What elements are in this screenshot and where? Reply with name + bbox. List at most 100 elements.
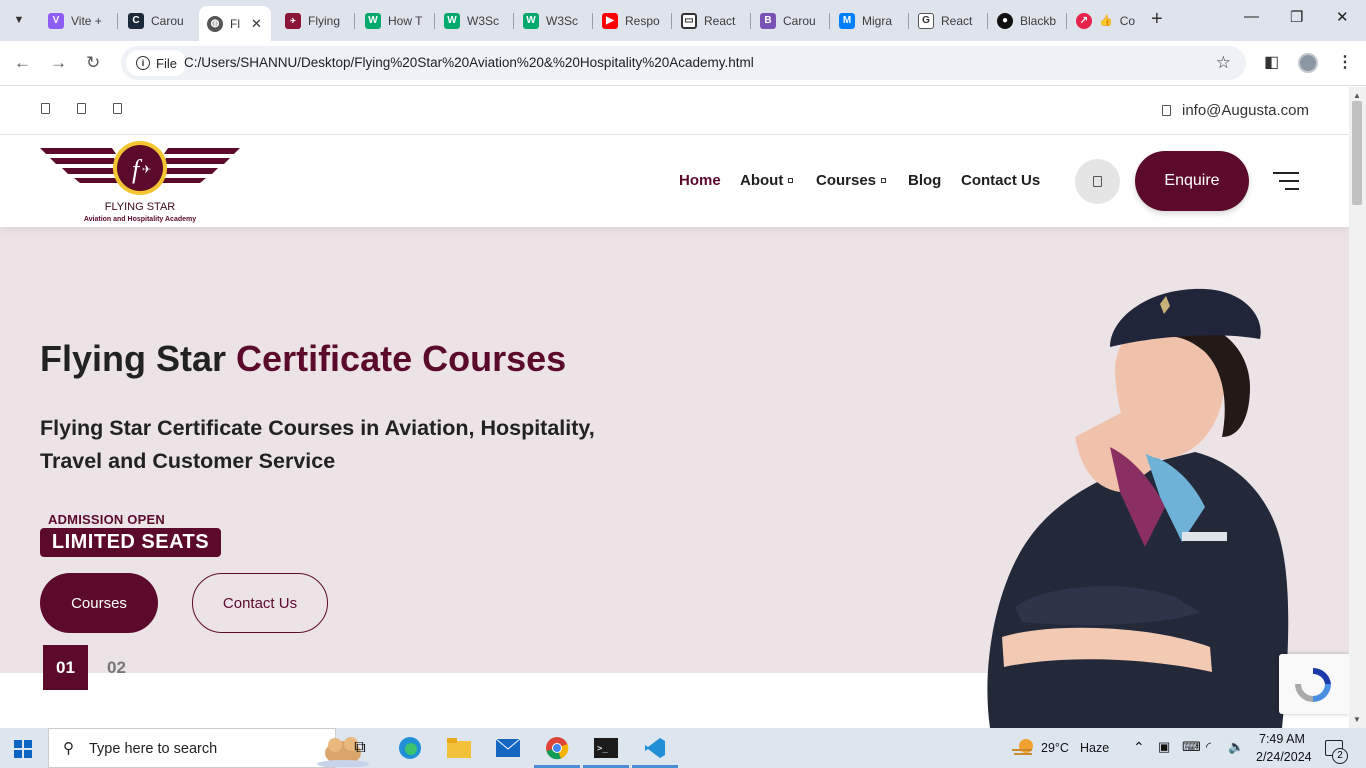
hamburger-menu-icon[interactable] (1273, 172, 1299, 190)
browser-tab[interactable]: G React (910, 6, 988, 35)
nav-home[interactable]: Home (679, 172, 721, 189)
nav-contact[interactable]: Contact Us (961, 172, 1040, 189)
address-bar: ← → ↻ i File C:/Users/SHANNU/Desktop/Fly… (0, 41, 1366, 86)
slide-indicator-1[interactable]: 01 (43, 645, 88, 690)
volume-icon[interactable]: 🔈 (1228, 739, 1244, 755)
tab-search-chevron-icon[interactable]: ▼ (6, 7, 32, 33)
code-icon: G (918, 12, 934, 29)
close-tab-icon[interactable]: ✕ (251, 16, 262, 32)
browser-tab[interactable]: ▶ Respo (594, 6, 672, 35)
windows-start-icon[interactable] (14, 740, 32, 758)
restore-icon[interactable]: ❐ (1290, 8, 1303, 26)
terminal-icon[interactable]: >_ (592, 734, 620, 762)
envelope-icon (1162, 105, 1171, 116)
tab-title: Blackb (1020, 13, 1057, 28)
scroll-up-icon[interactable]: ▲ (1353, 91, 1361, 100)
scroll-thumb[interactable] (1352, 101, 1362, 205)
site-info-chip[interactable]: i File (126, 50, 187, 76)
side-panel-icon[interactable]: ◧ (1264, 52, 1279, 72)
tab-title: Carou (783, 13, 816, 28)
search-icon (1093, 176, 1102, 187)
language-icon[interactable]: ⌨ (1182, 739, 1201, 755)
scroll-down-icon[interactable]: ▼ (1353, 715, 1361, 724)
chrome-icon[interactable] (543, 734, 571, 762)
weather-description[interactable]: Haze (1080, 741, 1109, 755)
enquire-button[interactable]: Enquire (1135, 151, 1249, 211)
browser-tab[interactable]: ✈ Flying (277, 6, 355, 35)
task-view-icon[interactable]: ⧉ (346, 734, 374, 762)
clock-time[interactable]: 7:49 AM (1259, 732, 1305, 746)
edge-icon[interactable] (396, 734, 424, 762)
svg-text:>_: >_ (597, 744, 608, 754)
taskbar-search[interactable]: ⚲ Type here to search (48, 728, 369, 768)
w3schools-icon: W (444, 12, 460, 29)
reload-icon[interactable]: ↻ (86, 53, 100, 73)
admission-badge: ADMISSION OPEN LIMITED SEATS (40, 512, 222, 557)
file-explorer-icon[interactable] (445, 734, 473, 762)
vscode-icon[interactable] (641, 734, 669, 762)
browser-tab[interactable]: C Carou (120, 6, 198, 35)
tab-title: Co (1119, 13, 1136, 28)
courses-button[interactable]: Courses (40, 573, 158, 633)
slide-indicator-2[interactable]: 02 (94, 645, 139, 690)
recaptcha-icon (1295, 667, 1331, 702)
flying-star-logo[interactable]: f ✈ FLYING STAR Aviation and Hospitality… (40, 140, 240, 224)
minimize-icon[interactable]: — (1244, 8, 1259, 25)
badge-top-text: ADMISSION OPEN (48, 512, 165, 527)
hero-title-plain: Flying Star (40, 338, 227, 379)
flying-star-icon: ✈ (285, 12, 301, 29)
browser-tab-active[interactable]: ◍ Fl ✕ (199, 6, 271, 41)
info-icon: i (136, 56, 150, 70)
meet-now-icon[interactable]: ▣ (1158, 739, 1170, 755)
react-tab-icon: ▭ (681, 12, 697, 29)
browser-tab[interactable]: ● Blackb (989, 6, 1067, 35)
browser-tab[interactable]: ↗ 👍 Co (1068, 6, 1140, 35)
badge-main-text: LIMITED SEATS (40, 528, 221, 557)
new-tab-icon[interactable]: + (1151, 8, 1163, 31)
bookmark-star-icon[interactable]: ☆ (1216, 53, 1231, 73)
url-text[interactable]: C:/Users/SHANNU/Desktop/Flying%20Star%20… (184, 55, 754, 70)
browser-tab[interactable]: V Vite + (40, 6, 118, 35)
hero-title: Flying Star Certificate Courses (40, 338, 566, 380)
tab-title: React (941, 13, 973, 28)
omnibox[interactable]: i File C:/Users/SHANNU/Desktop/Flying%20… (121, 46, 1246, 80)
nav-about[interactable]: About (740, 172, 794, 189)
forward-icon[interactable]: → (50, 53, 67, 73)
profile-avatar[interactable] (1298, 53, 1318, 73)
caret-down-icon (881, 178, 887, 183)
compass-icon: ↗ (1076, 12, 1092, 29)
twitter-icon[interactable] (77, 103, 86, 114)
browser-tab-strip: ▼ V Vite + C Carou ◍ Fl ✕ ✈ Flying W How… (0, 0, 1366, 41)
browser-tab[interactable]: W W3Sc (515, 6, 593, 35)
weather-temperature[interactable]: 29°C (1041, 741, 1069, 755)
search-icon: ⚲ (63, 740, 74, 757)
mail-app-icon[interactable] (494, 734, 522, 762)
facebook-icon[interactable] (41, 103, 50, 114)
close-window-icon[interactable]: ✕ (1336, 8, 1349, 26)
nav-courses[interactable]: Courses (816, 172, 887, 189)
page-scrollbar[interactable]: ▲ ▼ (1349, 87, 1366, 728)
instagram-icon[interactable] (113, 103, 122, 114)
menu-dots-icon[interactable]: ⋮ (1337, 52, 1353, 72)
browser-tab[interactable]: W How T (357, 6, 435, 35)
file-label: File (156, 55, 177, 71)
back-icon[interactable]: ← (14, 53, 31, 73)
tray-chevron-icon[interactable]: ⌃ (1133, 739, 1145, 756)
tab-title: How T (388, 13, 423, 28)
browser-tab[interactable]: M Migra (831, 6, 909, 35)
site-header: f ✈ FLYING STAR Aviation and Hospitality… (0, 135, 1349, 227)
search-button[interactable] (1075, 159, 1120, 204)
browser-tab[interactable]: ▭ React (673, 6, 751, 35)
tab-title: Migra (862, 13, 893, 28)
nav-blog[interactable]: Blog (908, 172, 941, 189)
thumbs-up-icon: 👍 (1099, 15, 1113, 27)
wifi-icon[interactable]: ◜ (1206, 739, 1211, 755)
weather-haze-icon (1012, 739, 1033, 755)
tab-title: React (704, 13, 736, 28)
clock-date[interactable]: 2/24/2024 (1256, 750, 1312, 764)
browser-tab[interactable]: W W3Sc (436, 6, 514, 35)
hero-title-accent: Certificate Courses (236, 338, 567, 379)
browser-tab[interactable]: B Carou (752, 6, 830, 35)
contact-email[interactable]: info@Augusta.com (1182, 102, 1309, 119)
contact-us-button[interactable]: Contact Us (192, 573, 328, 633)
